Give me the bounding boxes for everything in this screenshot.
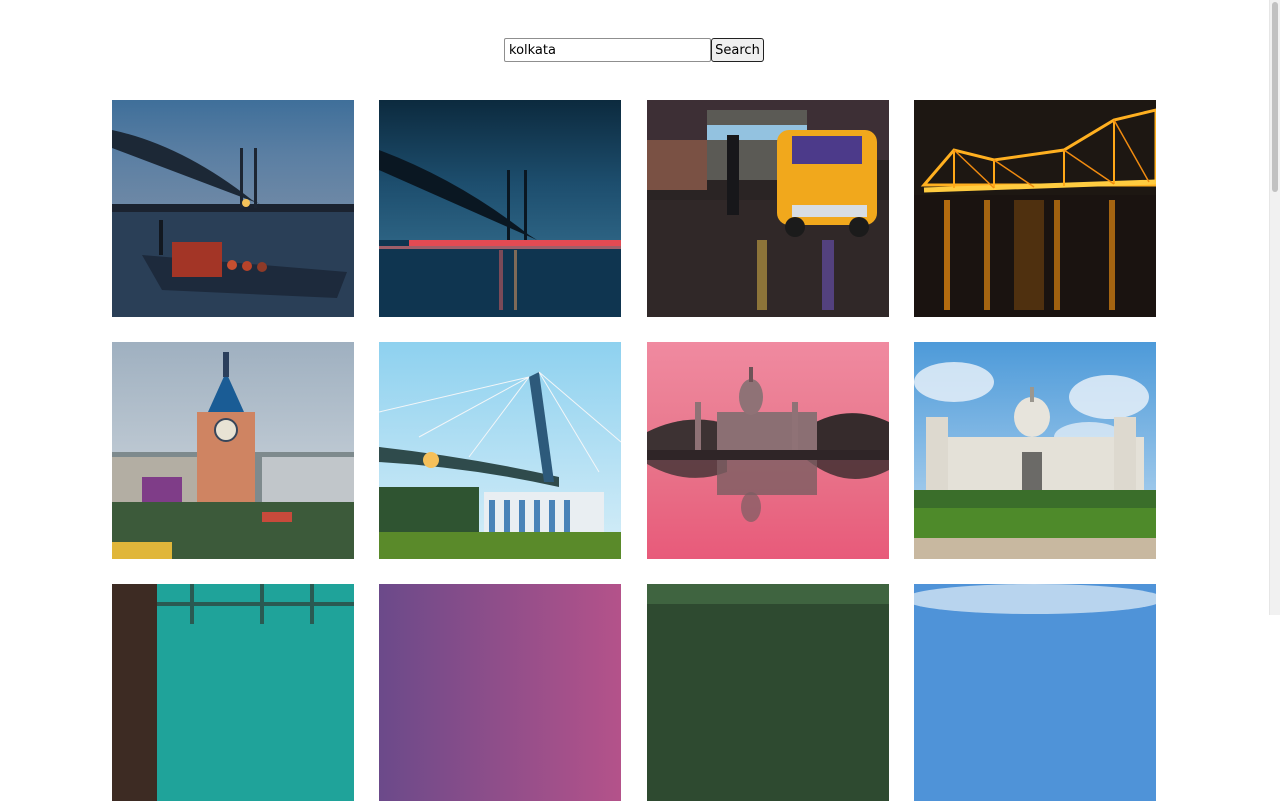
photo-partial-teal[interactable]: [112, 584, 354, 801]
photo-bridge-night[interactable]: [379, 100, 622, 317]
photo-partial-sky[interactable]: [913, 584, 1156, 801]
photo-taxi-street[interactable]: [646, 100, 889, 317]
photo-bridge-pavilion[interactable]: [379, 342, 622, 559]
search-form: Search: [504, 38, 764, 62]
scrollbar-thumb[interactable]: [1272, 2, 1278, 192]
image-gallery: [112, 100, 1156, 801]
photo-clock-tower[interactable]: [112, 342, 354, 559]
search-button[interactable]: Search: [711, 38, 764, 62]
photo-victoria-pink[interactable]: [646, 342, 889, 559]
photo-victoria-day[interactable]: [913, 342, 1156, 559]
photo-howrah-bridge[interactable]: [913, 100, 1156, 317]
search-input[interactable]: [504, 38, 711, 62]
photo-partial-purple[interactable]: [379, 584, 622, 801]
photo-bridge-dusk[interactable]: [112, 100, 354, 317]
photo-partial-green[interactable]: [646, 584, 889, 801]
page-scrollbar[interactable]: [1269, 0, 1280, 615]
